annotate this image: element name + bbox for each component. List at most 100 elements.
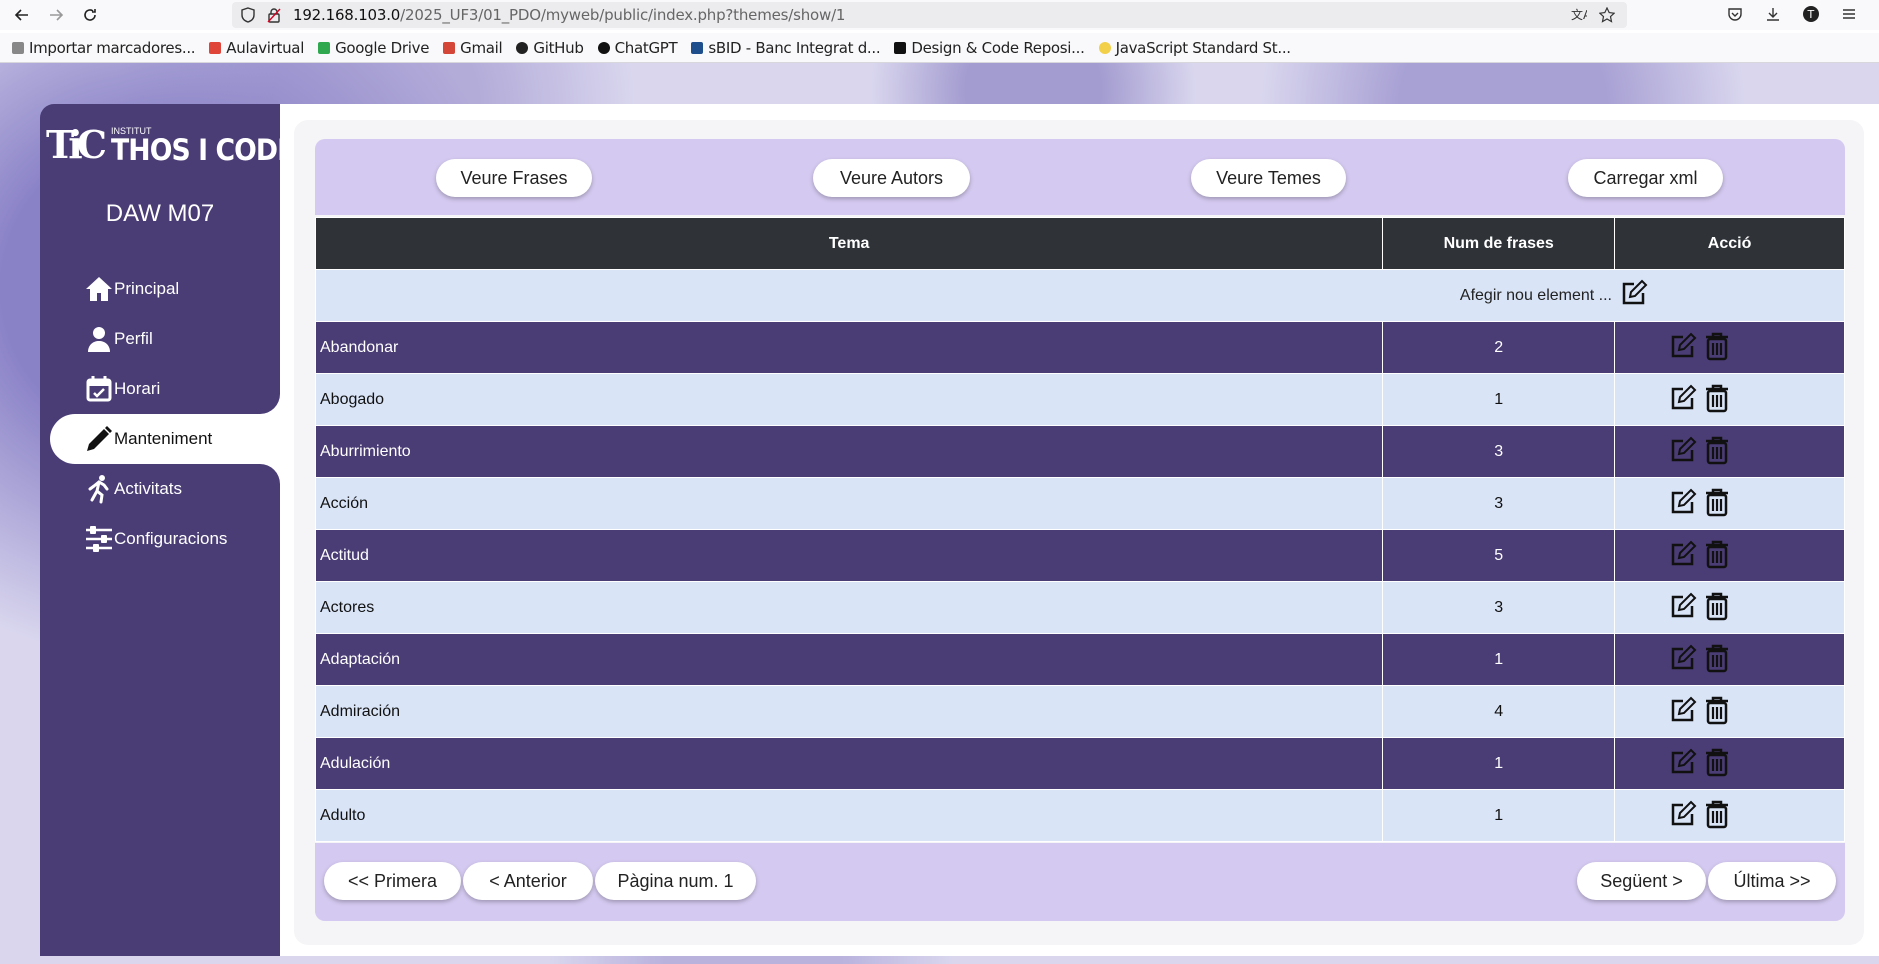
sidebar-item-principal[interactable]: Principal [40, 264, 280, 314]
star-icon[interactable] [1598, 6, 1616, 23]
trash-icon[interactable] [1703, 331, 1731, 361]
sliders-icon [84, 524, 114, 554]
edit-icon[interactable] [1669, 383, 1697, 413]
shield-icon[interactable] [240, 7, 256, 23]
trash-icon[interactable] [1703, 799, 1731, 829]
edit-icon[interactable] [1669, 643, 1697, 673]
sidebar-item-horari[interactable]: Horari [40, 364, 280, 414]
bookmark-google-drive[interactable]: Google Drive [318, 39, 429, 57]
cell-num-frases: 3 [1382, 425, 1616, 478]
reload-icon[interactable] [78, 3, 102, 27]
bookmark-label: sBID - Banc Integrat d... [708, 39, 881, 57]
bookmark-label: Google Drive [335, 39, 430, 57]
trash-icon[interactable] [1703, 695, 1731, 725]
edit-icon[interactable] [1669, 487, 1697, 517]
bookmark-github[interactable]: GitHub [516, 39, 584, 57]
bookmark-javascript-standard[interactable]: JavaScript Standard St... [1098, 39, 1291, 57]
bookmark-gmail[interactable]: Gmail [443, 39, 503, 57]
last-page-button[interactable]: Última >> [1708, 862, 1836, 900]
edit-icon[interactable] [1669, 591, 1697, 621]
trash-icon[interactable] [1703, 487, 1731, 517]
cell-num-frases: 3 [1382, 581, 1616, 634]
previous-page-button[interactable]: < Anterior [463, 862, 593, 900]
cell-num-frases: 5 [1382, 529, 1616, 582]
table-row: Adulto 1 [314, 789, 1845, 842]
menu-icon[interactable] [1839, 4, 1859, 24]
course-title: DAW M07 [105, 200, 215, 227]
trash-icon[interactable] [1703, 747, 1731, 777]
trash-icon[interactable] [1703, 383, 1731, 413]
column-header-accio: Acció [1614, 217, 1845, 270]
sidebar-item-label: Manteniment [114, 429, 213, 448]
edit-icon[interactable] [1669, 539, 1697, 569]
pocket-icon[interactable] [1725, 4, 1745, 24]
user-icon [84, 324, 114, 354]
sidebar-item-label: Horari [114, 379, 161, 398]
column-header-tema[interactable]: Tema [314, 217, 1384, 270]
cell-actions [1614, 633, 1845, 686]
url-path: /2025_UF3/01_PDO/myweb/public/index.php?… [400, 6, 846, 24]
bookmark-chatgpt[interactable]: ChatGPT [597, 39, 678, 57]
translate-icon[interactable]: 文A [1571, 7, 1592, 23]
cell-tema: Abandonar [314, 321, 1384, 374]
table-row: Adaptación 1 [314, 633, 1845, 686]
carregar-xml-button[interactable]: Carregar xml [1568, 159, 1723, 197]
edit-icon[interactable] [1669, 799, 1697, 829]
insecure-lock-icon[interactable] [266, 7, 282, 23]
sidebar-item-manteniment[interactable]: Manteniment [50, 414, 280, 464]
sidebar-item-label: Perfil [114, 329, 153, 348]
cell-actions [1614, 581, 1845, 634]
bookmark-label: JavaScript Standard St... [1115, 39, 1291, 57]
cell-tema: Adaptación [314, 633, 1384, 686]
back-arrow-icon[interactable] [10, 3, 34, 27]
sidebar-item-activitats[interactable]: Activitats [40, 464, 280, 514]
column-header-num-frases[interactable]: Num de frases [1382, 217, 1616, 270]
table-row: Acción 3 [314, 477, 1845, 530]
edit-icon[interactable] [1620, 279, 1648, 312]
address-bar[interactable]: 192.168.103.0/2025_UF3/01_PDO/myweb/publ… [232, 2, 1627, 28]
table-row: Aburrimiento 3 [314, 425, 1845, 478]
trash-icon[interactable] [1703, 435, 1731, 465]
cell-actions [1614, 737, 1845, 790]
sidebar-item-perfil[interactable]: Perfil [40, 314, 280, 364]
veure-temes-button[interactable]: Veure Temes [1191, 159, 1346, 197]
cell-tema: Admiración [314, 685, 1384, 738]
table-row: Actitud 5 [314, 529, 1845, 582]
download-icon[interactable] [1763, 4, 1783, 24]
bookmark-label: Gmail [460, 39, 503, 57]
cell-num-frases: 1 [1382, 737, 1616, 790]
cell-tema: Actores [314, 581, 1384, 634]
trash-icon[interactable] [1703, 591, 1731, 621]
sidebar-item-label: Configuracions [114, 529, 228, 548]
edit-icon[interactable] [1669, 331, 1697, 361]
account-avatar-icon[interactable]: T [1801, 4, 1821, 24]
next-page-button[interactable]: Següent > [1577, 862, 1706, 900]
veure-autors-button[interactable]: Veure Autors [813, 159, 970, 197]
cell-actions [1614, 321, 1845, 374]
bookmark-import[interactable]: Importar marcadores... [12, 39, 196, 57]
table-row: Adulación 1 [314, 737, 1845, 790]
home-icon [84, 274, 114, 304]
trash-icon[interactable] [1703, 539, 1731, 569]
edit-icon[interactable] [1669, 435, 1697, 465]
bookmark-design-code[interactable]: Design & Code Reposi... [894, 39, 1085, 57]
cell-tema: Actitud [314, 529, 1384, 582]
first-page-button[interactable]: << Primera [324, 862, 461, 900]
pagination-bar: << Primera < Anterior Pàgina num. 1 Segü… [315, 843, 1845, 921]
table-row: Actores 3 [314, 581, 1845, 634]
sidebar-item-label: Activitats [114, 479, 183, 498]
veure-frases-button[interactable]: Veure Frases [436, 159, 592, 197]
add-element-link[interactable]: Afegir nou element ... [1460, 279, 1648, 312]
cell-actions [1614, 685, 1845, 738]
trash-icon[interactable] [1703, 643, 1731, 673]
edit-icon[interactable] [1669, 695, 1697, 725]
bookmark-label: Importar marcadores... [29, 39, 196, 57]
edit-icon[interactable] [1669, 747, 1697, 777]
forward-arrow-icon[interactable] [44, 3, 68, 27]
bookmark-aulavirtual[interactable]: Aulavirtual [209, 39, 304, 57]
table-header-row: Tema Num de frases Acció [314, 217, 1845, 270]
add-element-row: Afegir nou element ... [315, 269, 1845, 322]
cell-num-frases: 1 [1382, 373, 1616, 426]
bookmark-sbid[interactable]: sBID - Banc Integrat d... [691, 39, 881, 57]
sidebar-item-configuracions[interactable]: Configuracions [40, 514, 280, 564]
